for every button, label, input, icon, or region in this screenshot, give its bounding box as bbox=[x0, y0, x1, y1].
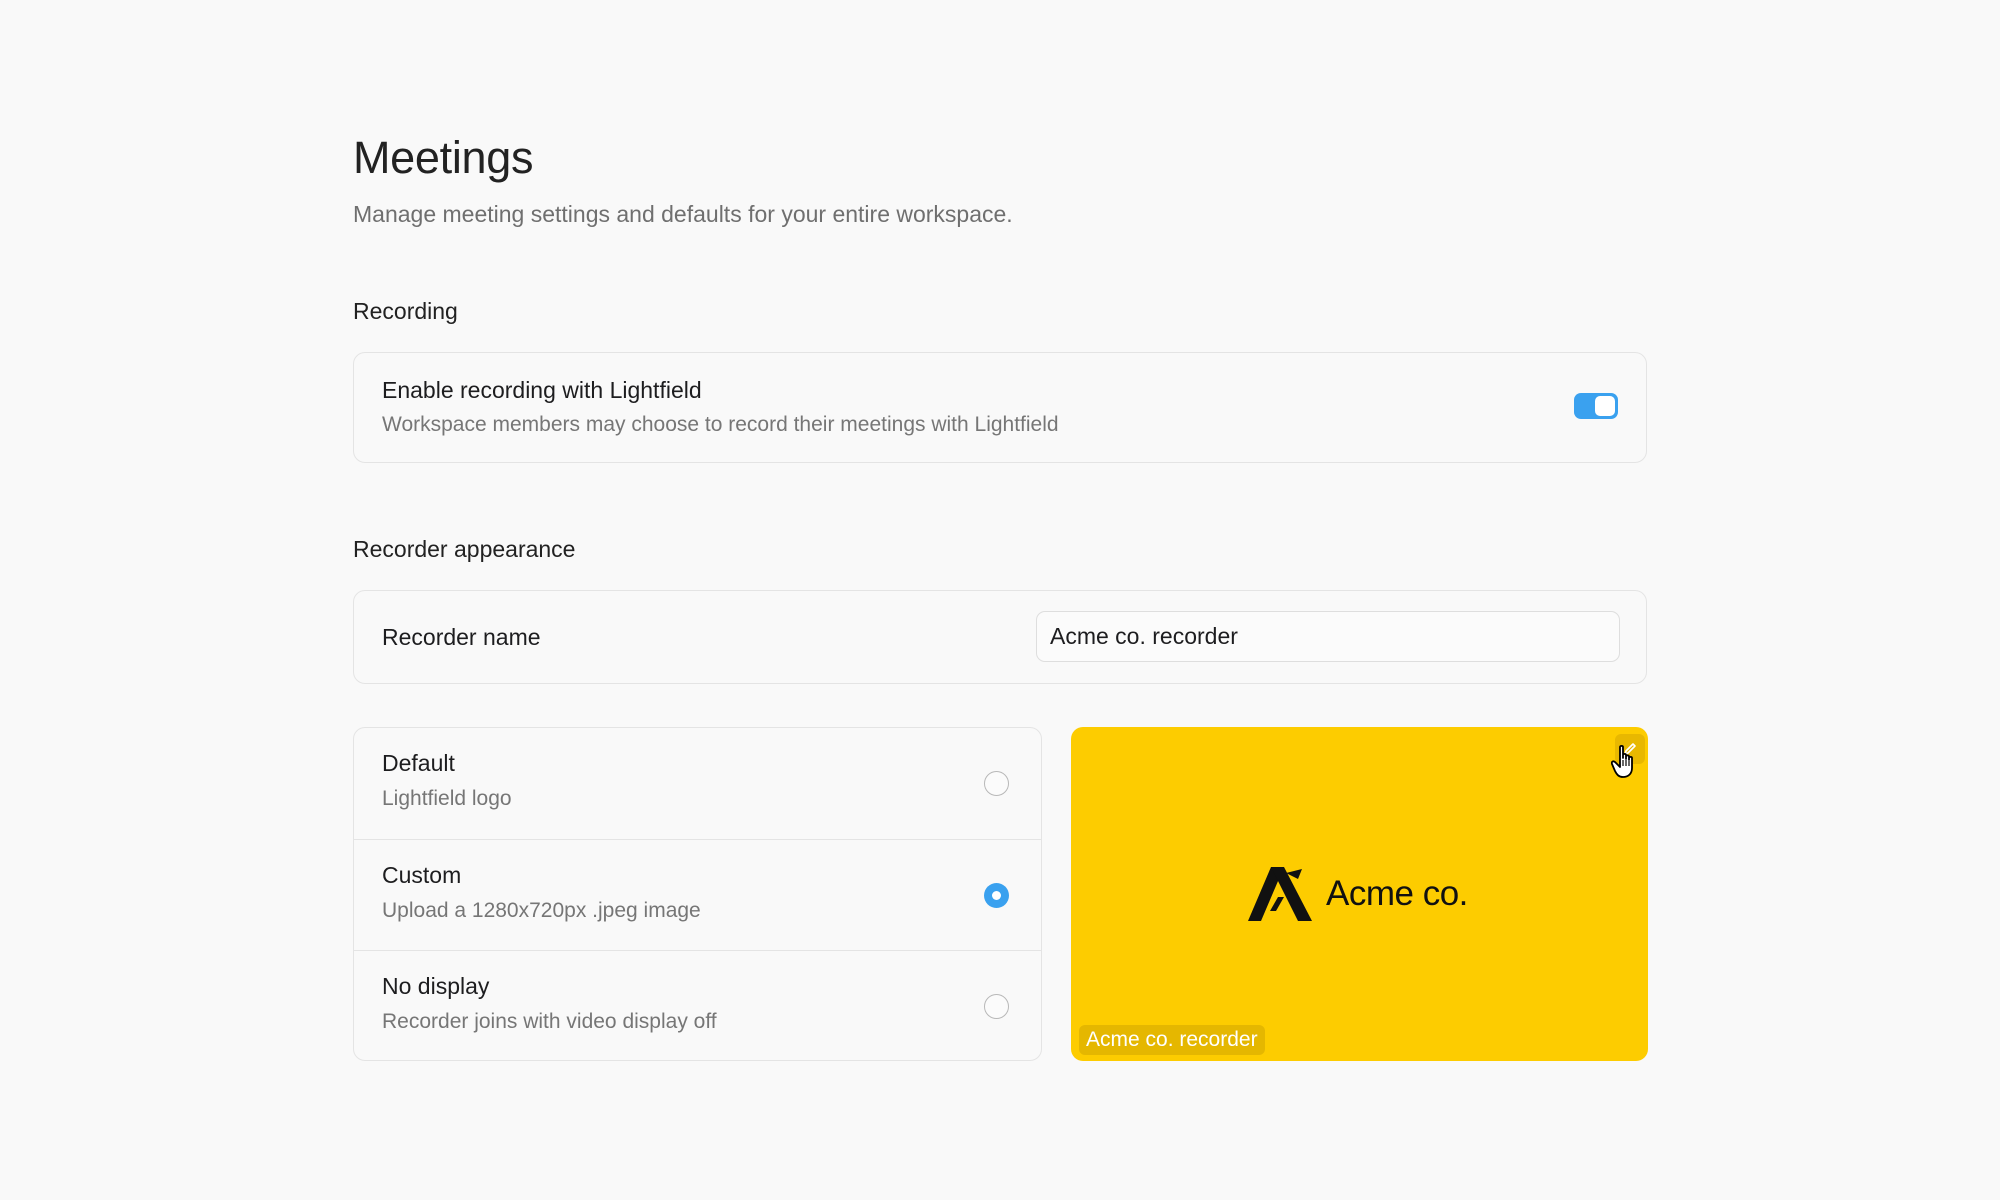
page-subtitle: Manage meeting settings and defaults for… bbox=[353, 201, 1013, 227]
recorder-name-input[interactable] bbox=[1036, 611, 1620, 662]
recorder-appearance-heading: Recorder appearance bbox=[353, 536, 576, 562]
option-no-display[interactable]: No display Recorder joins with video dis… bbox=[354, 950, 1041, 1061]
acme-logo-icon bbox=[1248, 867, 1312, 921]
recording-card: Enable recording with Lightfield Workspa… bbox=[353, 352, 1647, 463]
radio-default[interactable] bbox=[984, 771, 1009, 796]
recording-section-heading: Recording bbox=[353, 298, 458, 324]
pencil-icon bbox=[1624, 743, 1636, 755]
preview-recorder-label: Acme co. recorder bbox=[1079, 1025, 1265, 1055]
display-options-card: Default Lightfield logo Custom Upload a … bbox=[353, 727, 1042, 1061]
option-description: Recorder joins with video display off bbox=[382, 1010, 717, 1033]
enable-recording-description: Workspace members may choose to record t… bbox=[382, 413, 1059, 436]
option-custom[interactable]: Custom Upload a 1280x720px .jpeg image bbox=[354, 839, 1041, 950]
page-title: Meetings bbox=[353, 132, 534, 183]
enable-recording-toggle[interactable] bbox=[1574, 393, 1618, 419]
radio-custom[interactable] bbox=[984, 883, 1009, 908]
enable-recording-title: Enable recording with Lightfield bbox=[382, 377, 702, 403]
recorder-name-card: Recorder name bbox=[353, 590, 1647, 684]
toggle-knob bbox=[1595, 396, 1615, 416]
option-title: No display bbox=[382, 973, 490, 999]
recorder-preview: Acme co. Acme co. recorder bbox=[1071, 727, 1648, 1061]
option-title: Default bbox=[382, 750, 455, 776]
recorder-name-label: Recorder name bbox=[382, 624, 541, 650]
meetings-settings-page: Meetings Manage meeting settings and def… bbox=[353, 128, 1647, 229]
option-default[interactable]: Default Lightfield logo bbox=[354, 728, 1041, 839]
radio-no-display[interactable] bbox=[984, 994, 1009, 1019]
option-title: Custom bbox=[382, 862, 462, 888]
edit-image-button[interactable] bbox=[1615, 734, 1645, 764]
brand-name: Acme co. bbox=[1326, 874, 1468, 913]
brand-logo: Acme co. bbox=[1248, 867, 1468, 921]
option-description: Lightfield logo bbox=[382, 787, 512, 810]
option-description: Upload a 1280x720px .jpeg image bbox=[382, 899, 701, 922]
